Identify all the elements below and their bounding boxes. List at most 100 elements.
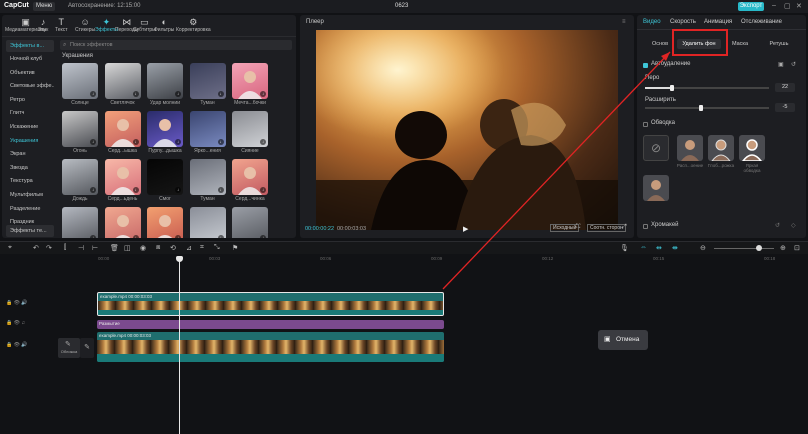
- category-item[interactable]: Украшения: [6, 135, 54, 147]
- cover-button[interactable]: ✎ Обложка: [58, 338, 80, 358]
- undo-icon[interactable]: ↶: [33, 244, 39, 252]
- category-item[interactable]: Глитч: [6, 107, 54, 119]
- category-item[interactable]: Световые эффе...: [6, 80, 54, 92]
- export-button[interactable]: Экспорт: [738, 2, 764, 11]
- category-dropdown[interactable]: Эффекты в...: [6, 40, 54, 52]
- rotate-icon[interactable]: ⟲: [170, 244, 176, 252]
- track-1-controls[interactable]: 🔒 👁 🔊: [6, 300, 28, 306]
- video-clip-main[interactable]: example.mp4 00:00:03:03: [97, 332, 444, 362]
- preview-axis-icon[interactable]: ⇼: [672, 244, 678, 252]
- marker-icon[interactable]: ⚑: [232, 244, 238, 252]
- feather-slider[interactable]: [645, 85, 769, 91]
- original-button[interactable]: Исходный: [550, 224, 580, 232]
- download-icon[interactable]: ↓: [217, 91, 224, 97]
- toolbar-stickers[interactable]: ☺ Стикеры: [75, 17, 95, 33]
- download-icon[interactable]: ↓: [132, 139, 139, 145]
- video-preview[interactable]: [316, 30, 618, 230]
- stroke-checkbox[interactable]: [643, 122, 648, 127]
- mirror-icon[interactable]: ⧈: [156, 244, 160, 252]
- category-item[interactable]: Звезда: [6, 162, 54, 174]
- aspect-ratio-button[interactable]: Соотн. сторон: [587, 224, 626, 232]
- expand-value[interactable]: -5: [775, 103, 795, 112]
- tab-speed[interactable]: Скорость: [670, 19, 696, 25]
- auto-remove-checkbox[interactable]: [643, 63, 648, 68]
- effect-thumbnail[interactable]: ↓: [62, 63, 98, 99]
- download-icon[interactable]: ↓: [90, 187, 96, 193]
- download-icon[interactable]: ↓: [132, 91, 139, 97]
- download-icon[interactable]: ↓: [260, 187, 266, 193]
- category-item[interactable]: Текстура: [6, 175, 54, 187]
- effect-thumbnail[interactable]: ↓: [232, 111, 268, 147]
- effect-thumbnail[interactable]: ↓: [232, 159, 268, 195]
- effect-thumbnail[interactable]: ↓: [62, 111, 98, 147]
- effect-clip-blur[interactable]: Размытие: [97, 320, 444, 329]
- split-left-icon[interactable]: ⊣: [78, 244, 84, 252]
- chroma-key-checkbox[interactable]: [643, 224, 648, 229]
- crop-icon[interactable]: ⌗: [200, 244, 204, 252]
- effect-thumbnail[interactable]: ↓: [232, 207, 268, 238]
- download-icon[interactable]: ↓: [132, 187, 139, 193]
- effect-thumbnail[interactable]: ↓: [189, 63, 226, 99]
- toolbar-text[interactable]: T Текст: [55, 17, 68, 33]
- download-icon[interactable]: ↓: [90, 91, 96, 97]
- maximize-icon[interactable]: ▢: [784, 2, 791, 10]
- stroke-option-4[interactable]: [643, 175, 669, 201]
- effect-thumbnail[interactable]: ↓: [147, 63, 183, 99]
- effect-thumbnail[interactable]: ↓: [189, 207, 226, 238]
- stroke-option-1[interactable]: [677, 135, 703, 161]
- fit-icon[interactable]: ⊡: [794, 244, 800, 252]
- download-icon[interactable]: ↓: [217, 139, 224, 145]
- flip-icon[interactable]: ⊿: [186, 244, 192, 252]
- effect-thumbnail[interactable]: ↓: [62, 207, 98, 238]
- effect-thumbnail[interactable]: ↓: [62, 159, 98, 195]
- select-icon[interactable]: ⌖: [8, 244, 12, 252]
- download-icon[interactable]: ↓: [217, 235, 224, 238]
- link-icon[interactable]: ⇔: [640, 244, 647, 251]
- toolbar-filters[interactable]: ◐ Фильтры: [154, 17, 174, 33]
- timeline-ruler[interactable]: 00:00 00:03 00:06 00:09 00:12 00:15 00:18: [96, 254, 808, 264]
- download-icon[interactable]: ↓: [175, 91, 181, 97]
- category-item[interactable]: Мультфильм: [6, 189, 54, 201]
- track-3-controls[interactable]: 🔒 👁 🔊: [6, 342, 28, 348]
- category-item[interactable]: Ночной клуб: [6, 53, 54, 65]
- delete-icon[interactable]: 🗑: [110, 244, 119, 252]
- effect-thumbnail[interactable]: ↓: [189, 159, 226, 195]
- stroke-option-3[interactable]: [739, 135, 765, 161]
- effect-thumbnail[interactable]: ↓: [104, 207, 141, 238]
- category-item[interactable]: Объектив: [6, 67, 54, 79]
- feather-value[interactable]: 22: [775, 83, 795, 92]
- effect-thumbnail[interactable]: ↓: [189, 111, 226, 147]
- effect-thumbnail[interactable]: ↓: [104, 159, 141, 195]
- cancel-button[interactable]: ▣ Отмена: [598, 330, 648, 350]
- effect-thumbnail[interactable]: ↓: [232, 63, 268, 99]
- download-icon[interactable]: ↓: [260, 235, 266, 238]
- download-icon[interactable]: ↓: [90, 235, 96, 238]
- expand-icon[interactable]: ⤢: [622, 224, 627, 231]
- diamond-icon[interactable]: ◇: [791, 222, 796, 229]
- effect-search-input[interactable]: ⌕ Поиск эффектов: [60, 40, 292, 50]
- stroke-option-2[interactable]: [708, 135, 734, 161]
- download-icon[interactable]: ↓: [175, 139, 181, 145]
- subtab-basic[interactable]: Основ: [647, 39, 673, 49]
- download-icon[interactable]: ↓: [217, 187, 224, 193]
- tab-video[interactable]: Видео: [643, 19, 661, 25]
- download-icon[interactable]: ↓: [132, 235, 139, 238]
- download-icon[interactable]: ↓: [260, 91, 266, 97]
- toolbar-captions[interactable]: ▭ Субтитры: [133, 17, 156, 33]
- effect-thumbnail[interactable]: ↓: [104, 111, 141, 147]
- save-icon[interactable]: ▣: [778, 61, 784, 68]
- tab-tracking[interactable]: Отслеживание: [741, 19, 782, 25]
- subtab-mask[interactable]: Маска: [725, 39, 755, 49]
- menu-button[interactable]: Меню: [33, 2, 55, 11]
- zoom-slider-knob[interactable]: [756, 245, 762, 251]
- category-item[interactable]: Экран: [6, 148, 54, 160]
- freeze-icon[interactable]: ◫: [124, 244, 131, 252]
- toolbar-audio[interactable]: ♪ Звук: [38, 17, 48, 33]
- download-icon[interactable]: ↓: [175, 235, 181, 238]
- effect-thumbnail[interactable]: ↓: [147, 207, 183, 238]
- reset-icon[interactable]: ↺: [791, 61, 796, 68]
- download-icon[interactable]: ↓: [260, 139, 266, 145]
- effect-thumbnail[interactable]: ↓: [104, 63, 141, 99]
- split-icon[interactable]: ⫿: [64, 244, 66, 252]
- play-icon[interactable]: ▶: [463, 225, 468, 233]
